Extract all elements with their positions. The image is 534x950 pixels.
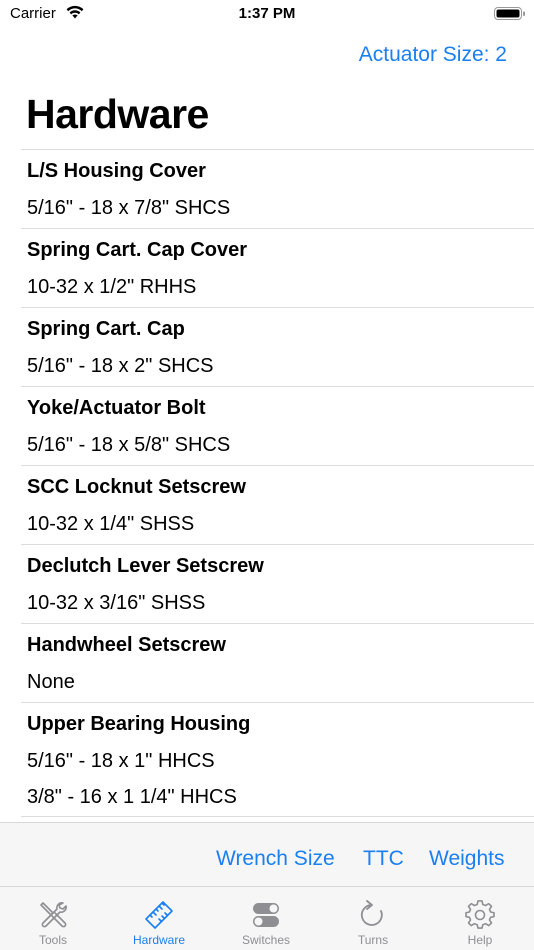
hardware-icon xyxy=(145,901,173,929)
list-item[interactable]: L/S Housing Cover 5/16" - 18 x 7/8" SHCS xyxy=(21,150,534,229)
actuator-size-button[interactable]: Actuator Size: 2 xyxy=(359,43,507,67)
tab-switches[interactable]: Switches xyxy=(213,887,319,950)
tab-label: Hardware xyxy=(132,933,186,947)
row-value: None xyxy=(27,671,75,693)
page-title: Hardware xyxy=(26,91,209,137)
weights-button[interactable]: Weights xyxy=(429,847,504,871)
switches-icon xyxy=(253,903,279,927)
tab-tools[interactable]: Tools xyxy=(0,887,106,950)
list-item[interactable]: Spring Cart. Cap 5/16" - 18 x 2" SHCS xyxy=(21,308,534,387)
list-item[interactable]: Upper Bearing Housing 5/16" - 18 x 1" HH… xyxy=(21,703,534,817)
row-title: Declutch Lever Setscrew xyxy=(27,555,264,577)
hardware-list: L/S Housing Cover 5/16" - 18 x 7/8" SHCS… xyxy=(21,149,534,817)
tab-hardware[interactable]: Hardware xyxy=(106,887,212,950)
ttc-button[interactable]: TTC xyxy=(363,847,404,871)
list-item[interactable]: SCC Locknut Setscrew 10-32 x 1/4" SHSS xyxy=(21,466,534,545)
list-item[interactable]: Declutch Lever Setscrew 10-32 x 3/16" SH… xyxy=(21,545,534,624)
status-bar: Carrier 1:37 PM xyxy=(0,0,534,30)
row-value: 3/8" - 16 x 1 1/4" HHCS xyxy=(27,786,237,808)
row-title: Yoke/Actuator Bolt xyxy=(27,397,206,419)
tab-help[interactable]: Help xyxy=(427,887,533,950)
row-value: 5/16" - 18 x 7/8" SHCS xyxy=(27,197,231,219)
list-item[interactable]: Handwheel Setscrew None xyxy=(21,624,534,703)
turns-icon xyxy=(360,900,383,926)
battery-icon xyxy=(494,7,525,20)
tab-turns[interactable]: Turns xyxy=(320,887,426,950)
tab-label: Switches xyxy=(241,933,291,947)
row-value: 5/16" - 18 x 1" HHCS xyxy=(27,750,215,772)
gear-icon xyxy=(465,900,495,929)
wrench-size-button[interactable]: Wrench Size xyxy=(216,847,335,871)
tools-icon xyxy=(40,902,67,928)
list-item[interactable]: Yoke/Actuator Bolt 5/16" - 18 x 5/8" SHC… xyxy=(21,387,534,466)
list-item[interactable]: Spring Cart. Cap Cover 10-32 x 1/2" RHHS xyxy=(21,229,534,308)
tab-label: Tools xyxy=(38,933,67,947)
row-title: SCC Locknut Setscrew xyxy=(27,476,246,498)
row-title: Handwheel Setscrew xyxy=(27,634,226,656)
row-title: Spring Cart. Cap xyxy=(27,318,185,340)
clock: 1:37 PM xyxy=(238,5,296,22)
tab-label: Help xyxy=(467,933,493,947)
row-title: L/S Housing Cover xyxy=(27,160,206,182)
row-value: 10-32 x 1/2" RHHS xyxy=(27,276,197,298)
row-title: Upper Bearing Housing xyxy=(27,713,251,735)
row-title: Spring Cart. Cap Cover xyxy=(27,239,248,261)
row-value: 5/16" - 18 x 2" SHCS xyxy=(27,355,214,377)
row-value: 10-32 x 1/4" SHSS xyxy=(27,513,195,535)
row-value: 10-32 x 3/16" SHSS xyxy=(27,592,206,614)
bottom-toolbar: Wrench Size TTC Weights xyxy=(0,822,534,886)
tab-bar: Tools Hardware Switches Turns Help xyxy=(0,886,534,950)
tab-label: Turns xyxy=(357,933,389,947)
row-value: 5/16" - 18 x 5/8" SHCS xyxy=(27,434,231,456)
